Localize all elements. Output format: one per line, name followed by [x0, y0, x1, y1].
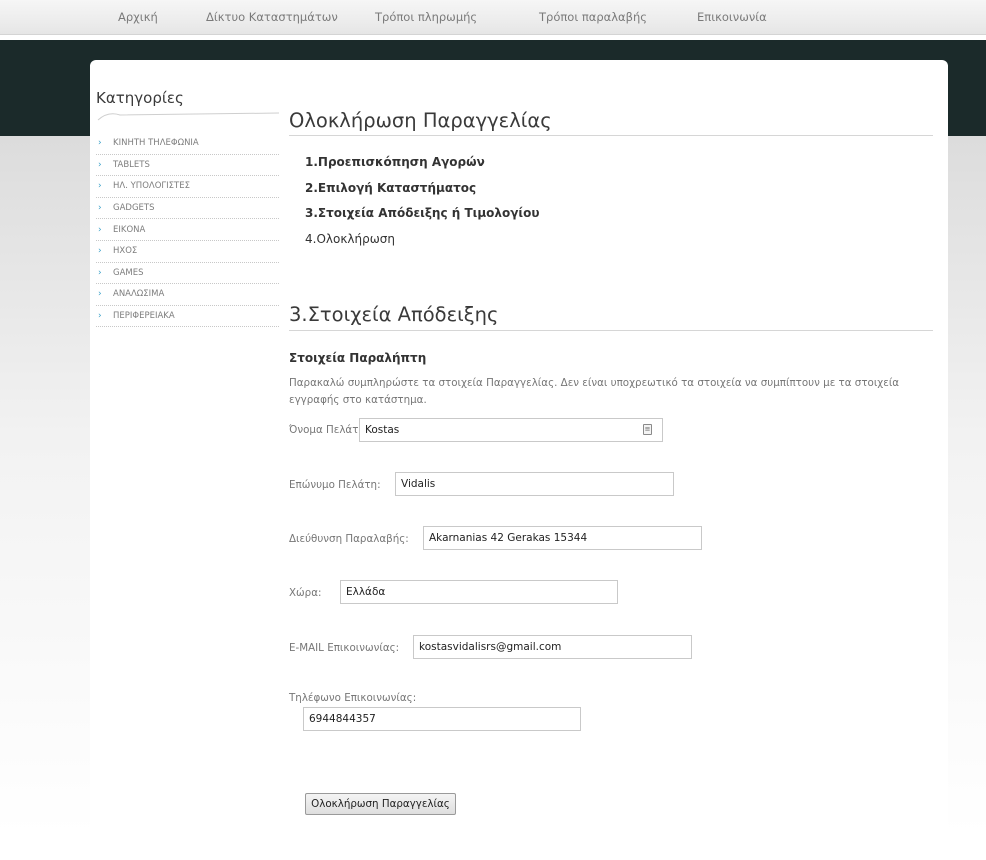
recipient-subheading: Στοιχεία Παραλήπτη — [289, 351, 427, 365]
nav-home-link[interactable]: Αρχική — [118, 10, 158, 24]
email-input[interactable] — [413, 635, 692, 659]
category-item-gadgets[interactable]: › GADGETS — [96, 198, 279, 220]
categories-title: Κατηγορίες — [96, 89, 184, 107]
page-title: Ολοκλήρωση Παραγγελίας — [289, 109, 552, 132]
section-title: 3.Στοιχεία Απόδειξης — [289, 303, 499, 326]
first-name-input[interactable] — [359, 418, 663, 442]
category-item-computers[interactable]: › ΗΛ. ΥΠΟΛΟΓΙΣΤΕΣ — [96, 176, 279, 198]
nav-payment-link[interactable]: Τρόποι πληρωμής — [375, 10, 477, 24]
title-divider — [289, 135, 933, 136]
last-name-input[interactable] — [395, 472, 674, 496]
first-name-label: Όνομα Πελάτη: — [289, 424, 369, 436]
address-input[interactable] — [423, 526, 702, 550]
chevron-right-icon: › — [98, 311, 102, 322]
category-item-image[interactable]: › ΕΙΚΟΝΑ — [96, 219, 279, 241]
form-instructions: Παρακαλώ συμπληρώστε τα στοιχεία Παραγγε… — [289, 377, 900, 406]
chevron-right-icon: › — [98, 246, 102, 257]
category-item-peripherals[interactable]: › ΠΕΡΙΦΕΡΕΙΑΚΑ — [96, 306, 279, 328]
nav-stores-link[interactable]: Δίκτυο Καταστημάτων — [206, 10, 338, 24]
category-item-sound[interactable]: › ΗΧΟΣ — [96, 241, 279, 263]
chevron-right-icon: › — [98, 224, 102, 235]
chevron-right-icon: › — [98, 159, 102, 170]
section-divider — [289, 330, 933, 331]
step-preview: 1.Προεπισκόπηση Αγορών — [305, 155, 485, 169]
chevron-right-icon: › — [98, 138, 102, 149]
nav-delivery-link[interactable]: Τρόποι παραλαβής — [539, 10, 647, 24]
chevron-right-icon: › — [98, 289, 102, 300]
country-label: Χώρα: — [289, 587, 322, 599]
category-item-tablets[interactable]: › TABLETS — [96, 155, 279, 177]
step-receipt-details: 3.Στοιχεία Απόδειξης ή Τιμολογίου — [305, 206, 540, 220]
chevron-right-icon: › — [98, 267, 102, 278]
chevron-right-icon: › — [98, 181, 102, 192]
autofill-icon[interactable]: ≡ — [643, 424, 652, 435]
category-item-games[interactable]: › GAMES — [96, 263, 279, 285]
address-label: Διεύθυνση Παραλαβής: — [289, 533, 409, 545]
step-store-selection: 2.Επιλογή Καταστήματος — [305, 181, 477, 195]
step-completion: 4.Ολοκλήρωση — [305, 232, 395, 246]
chevron-right-icon: › — [98, 203, 102, 214]
phone-input[interactable] — [303, 707, 581, 731]
country-input[interactable] — [340, 580, 618, 604]
top-navigation: Αρχική Δίκτυο Καταστημάτων Τρόποι πληρωμ… — [0, 0, 986, 35]
category-item-consumables[interactable]: › ΑΝΑΛΩΣΙΜΑ — [96, 284, 279, 306]
email-label: E-MAIL Επικοινωνίας: — [289, 642, 400, 654]
category-list: › ΚΙΝΗΤΗ ΤΗΛΕΦΩΝΙΑ › TABLETS › ΗΛ. ΥΠΟΛΟΓΙΣ… — [96, 133, 279, 328]
last-name-label: Επώνυμο Πελάτη: — [289, 479, 381, 491]
title-underline — [97, 112, 280, 121]
nav-contact-link[interactable]: Επικοινωνία — [697, 10, 767, 24]
complete-order-button[interactable]: Ολοκλήρωση Παραγγελίας — [305, 793, 456, 815]
category-item-mobile[interactable]: › ΚΙΝΗΤΗ ΤΗΛΕΦΩΝΙΑ — [96, 133, 279, 155]
phone-label: Τηλέφωνο Επικοινωνίας: — [289, 692, 417, 704]
